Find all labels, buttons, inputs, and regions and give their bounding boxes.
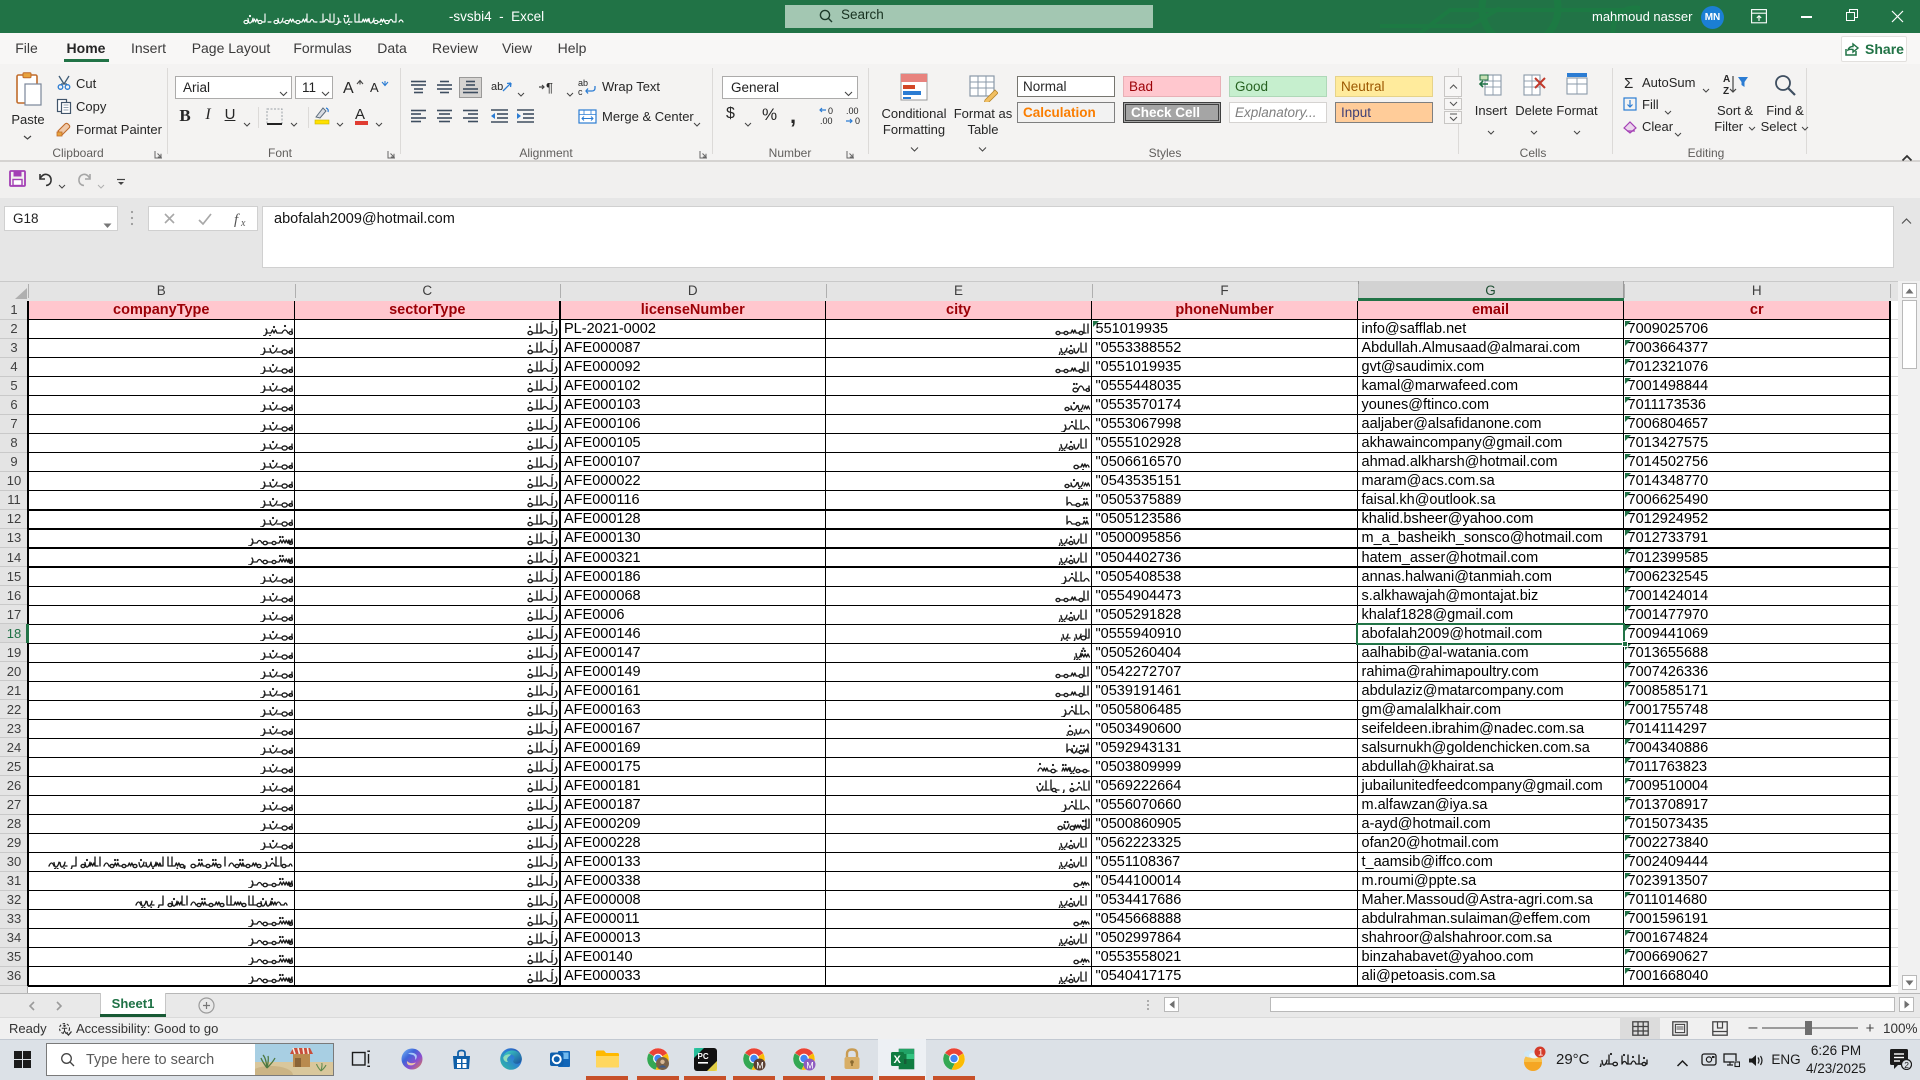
svg-text:PC: PC — [698, 1052, 709, 1061]
svg-text:¶: ¶ — [546, 80, 553, 95]
svg-text:0: 0 — [828, 106, 833, 116]
svg-text:M: M — [806, 1060, 814, 1070]
svg-text:ab: ab — [491, 81, 503, 93]
svg-text:1: 1 — [1538, 1047, 1543, 1058]
svg-text:0: 0 — [855, 116, 860, 126]
svg-text:Z: Z — [1723, 86, 1729, 97]
svg-text:.00: .00 — [846, 106, 859, 116]
svg-text:M: M — [756, 1060, 764, 1070]
svg-text:A: A — [355, 106, 365, 123]
svg-text:A: A — [343, 80, 354, 97]
svg-text:f: f — [234, 212, 240, 228]
svg-text:A: A — [1723, 74, 1730, 85]
svg-text:X: X — [894, 1054, 902, 1066]
svg-text:.00: .00 — [820, 116, 833, 126]
svg-text:Σ: Σ — [1624, 75, 1633, 90]
svg-text:A: A — [370, 80, 379, 95]
svg-text:2: 2 — [1904, 1060, 1909, 1070]
svg-text:c: c — [578, 87, 583, 97]
svg-text:x: x — [240, 218, 246, 229]
